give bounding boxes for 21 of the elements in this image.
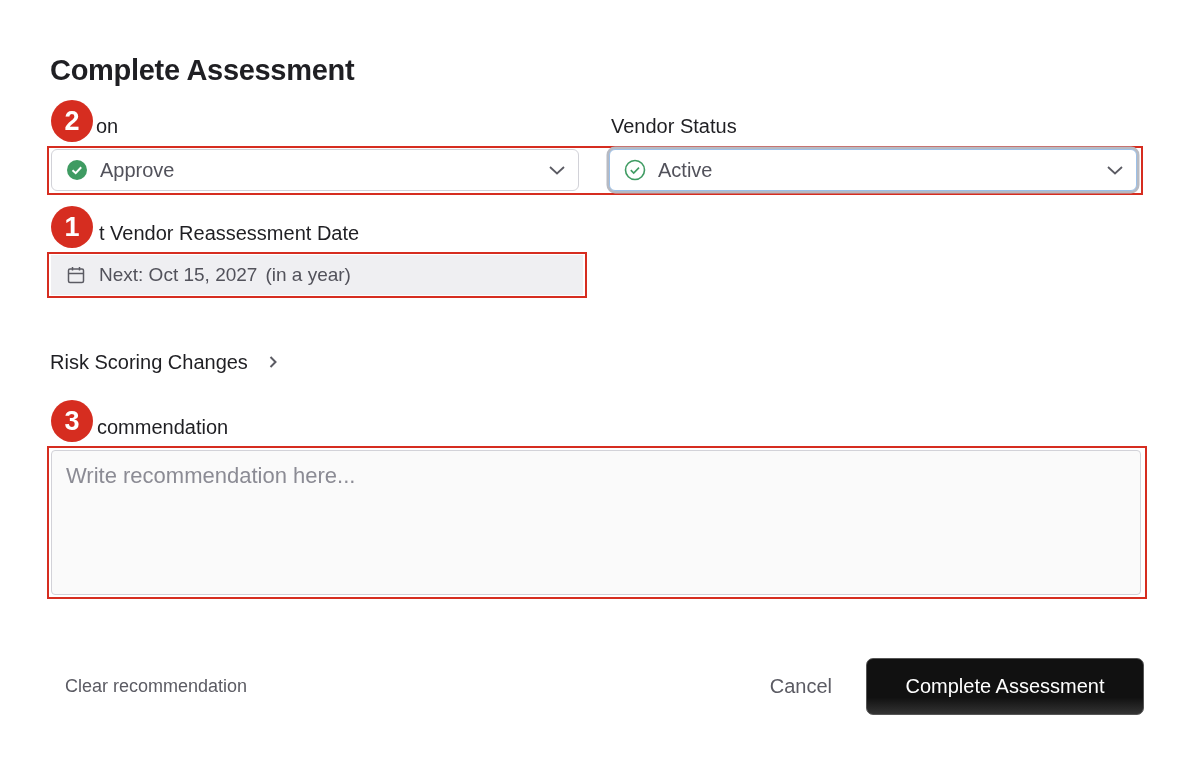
number-badge: 3 (51, 400, 93, 442)
field-label: on (96, 114, 119, 139)
number-badge: 2 (51, 100, 93, 142)
chevron-down-icon (548, 164, 566, 176)
chevron-down-icon (1106, 164, 1124, 176)
risk-scoring-toggle[interactable]: Risk Scoring Changes (50, 348, 280, 376)
field-label: Vendor Status (611, 114, 737, 139)
check-circle-icon (66, 159, 88, 181)
dialog-title: Complete Assessment (50, 53, 356, 88)
recommendation-field[interactable]: Write recommendation here... (51, 450, 1141, 595)
number-badge: 1 (51, 206, 93, 248)
check-circle-icon (624, 159, 646, 181)
dropdown-select[interactable]: Approve (51, 149, 579, 191)
submit-button[interactable]: Complete Assessment (866, 658, 1144, 715)
field-label: t Vendor Reassessment Date (99, 221, 360, 246)
clear-link[interactable]: Clear recommendation (65, 676, 248, 697)
calendar-icon (67, 266, 85, 284)
cancel-button[interactable]: Cancel (769, 675, 832, 698)
dropdown-select[interactable]: Active (609, 149, 1137, 191)
field-label: commendation (97, 415, 229, 440)
date-field[interactable]: Next: Oct 15, 2027 (in a year) (51, 255, 583, 295)
